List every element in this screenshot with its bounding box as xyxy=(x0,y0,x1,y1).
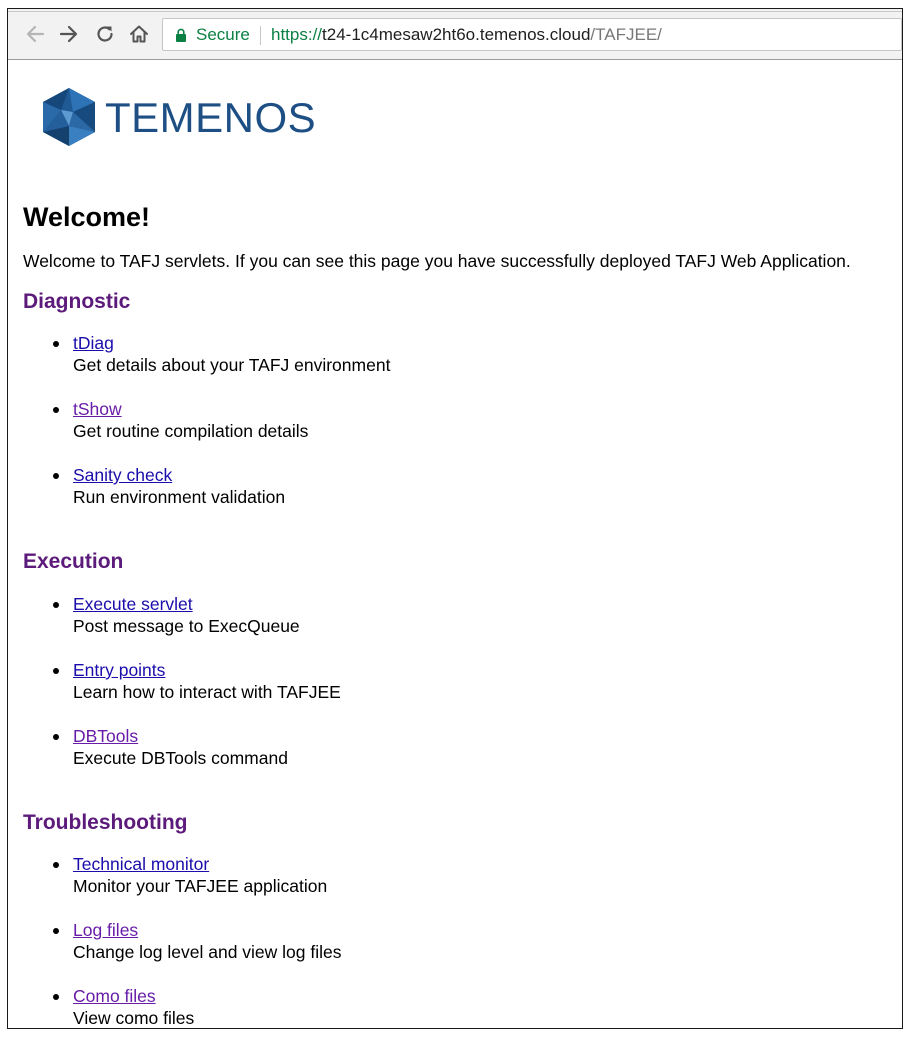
list-item-execute-servlet: Execute servlet Post message to ExecQueu… xyxy=(53,593,300,637)
address-bar[interactable]: Secure https://t24-1c4mesaw2ht6o.temenos… xyxy=(162,18,902,51)
list-item-tdiag: tDiag Get details about your TAFJ enviro… xyxy=(53,332,390,376)
home-icon xyxy=(130,25,148,43)
link-tshow[interactable]: tShow xyxy=(73,398,308,420)
temenos-logo: TEMENOS xyxy=(41,86,316,150)
item-description: Learn how to interact with TAFJEE xyxy=(73,682,341,702)
section-title-execution: Execution xyxy=(23,550,124,573)
url-text[interactable]: https://t24-1c4mesaw2ht6o.temenos.cloud/… xyxy=(271,25,662,45)
url-path: /TAFJEE/ xyxy=(590,25,662,44)
list-item-dbtools: DBTools Execute DBTools command xyxy=(53,725,288,769)
home-button[interactable] xyxy=(128,23,150,45)
list-item-sanity-check: Sanity check Run environment validation xyxy=(53,464,285,508)
list-item-tshow: tShow Get routine compilation details xyxy=(53,398,308,442)
toolbar-divider xyxy=(8,11,902,12)
bullet xyxy=(53,341,59,347)
bullet xyxy=(53,602,59,608)
list-item-como-files: Como files View como files xyxy=(53,985,195,1028)
link-sanity-check[interactable]: Sanity check xyxy=(73,464,285,486)
bullet xyxy=(53,734,59,740)
bullet xyxy=(53,862,59,868)
forward-button[interactable] xyxy=(58,23,80,45)
link-execute-servlet[interactable]: Execute servlet xyxy=(73,593,300,615)
item-description: Get details about your TAFJ environment xyxy=(73,355,391,375)
intro-text: Welcome to TAFJ servlets. If you can see… xyxy=(23,251,851,271)
reload-button[interactable] xyxy=(94,23,116,45)
reload-icon xyxy=(97,26,113,42)
item-description: View como files xyxy=(73,1008,195,1028)
link-como-files[interactable]: Como files xyxy=(73,985,194,1007)
bullet xyxy=(53,473,59,479)
link-entry-points[interactable]: Entry points xyxy=(73,659,341,681)
url-scheme: https:// xyxy=(271,25,323,44)
address-separator xyxy=(260,26,261,45)
back-arrow-icon xyxy=(26,25,45,43)
browser-window: Secure https://t24-1c4mesaw2ht6o.temenos… xyxy=(7,8,903,1029)
page-title: Welcome! xyxy=(23,202,151,232)
item-description: Monitor your TAFJEE application xyxy=(73,876,328,896)
forward-arrow-icon xyxy=(59,25,78,43)
section-title-diagnostic: Diagnostic xyxy=(23,290,131,313)
list-item-log-files: Log files Change log level and view log … xyxy=(53,919,342,963)
lock-icon xyxy=(176,28,186,42)
url-host: t24-1c4mesaw2ht6o.temenos.cloud xyxy=(322,25,591,44)
list-item-entry-points: Entry points Learn how to interact with … xyxy=(53,659,341,703)
item-description: Run environment validation xyxy=(73,487,286,507)
link-tdiag[interactable]: tDiag xyxy=(73,332,390,354)
item-description: Post message to ExecQueue xyxy=(73,616,300,636)
section-title-troubleshooting: Troubleshooting xyxy=(23,811,188,834)
item-description: Execute DBTools command xyxy=(73,748,288,768)
page-content: TEMENOS Welcome! Welcome to TAFJ servlet… xyxy=(8,60,902,1028)
logo-text: TEMENOS xyxy=(105,94,317,141)
browser-toolbar: Secure https://t24-1c4mesaw2ht6o.temenos… xyxy=(8,9,902,60)
link-technical-monitor[interactable]: Technical monitor xyxy=(73,853,327,875)
bullet xyxy=(53,994,59,1000)
temenos-hexagon-icon xyxy=(43,88,95,146)
bullet xyxy=(53,928,59,934)
back-button[interactable] xyxy=(24,23,46,45)
item-description: Get routine compilation details xyxy=(73,421,309,441)
item-description: Change log level and view log files xyxy=(73,942,342,962)
secure-label[interactable]: Secure xyxy=(196,25,250,45)
link-dbtools[interactable]: DBTools xyxy=(73,725,288,747)
bullet xyxy=(53,668,59,674)
bullet xyxy=(53,407,59,413)
link-log-files[interactable]: Log files xyxy=(73,919,342,941)
list-item-technical-monitor: Technical monitor Monitor your TAFJEE ap… xyxy=(53,853,327,897)
